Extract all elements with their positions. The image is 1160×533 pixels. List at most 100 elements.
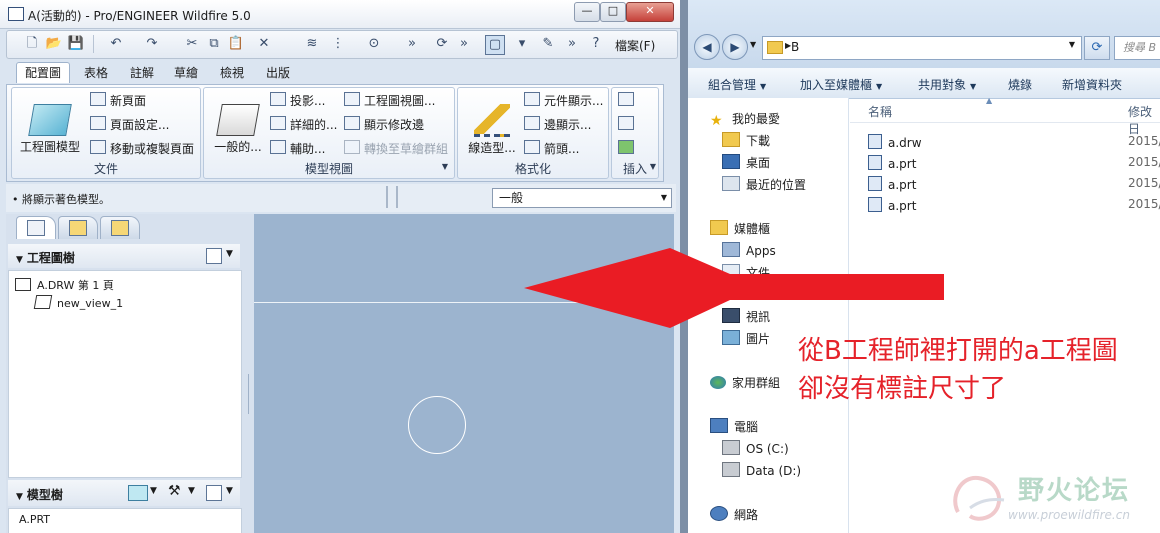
collapse-icon[interactable]: ▼ [16, 255, 23, 265]
page-setup-button[interactable]: 頁面設定... [90, 116, 169, 134]
chevron-down-icon[interactable]: ▼ [188, 486, 195, 496]
cut-icon[interactable]: ✂ [183, 35, 201, 53]
chevron-down-icon[interactable]: ▼ [1069, 40, 1075, 49]
tree-node-view[interactable]: new_view_1 [33, 295, 123, 310]
tab-table[interactable]: 表格 [76, 63, 116, 83]
search-input[interactable]: 搜尋 B [1114, 36, 1160, 60]
model-display-icon[interactable] [128, 485, 148, 501]
tree-node-part[interactable]: A.PRT [19, 513, 50, 526]
close-button[interactable]: ✕ [626, 2, 674, 22]
render-icon[interactable]: ✎ [539, 35, 557, 53]
insert-image-button[interactable] [618, 140, 638, 158]
drawing-view-button[interactable]: 工程圖視圖... [344, 92, 435, 110]
refresh-button[interactable]: ⟳ [1084, 36, 1110, 60]
more-chevron-icon[interactable]: » [563, 35, 581, 53]
maximize-button[interactable]: □ [600, 2, 626, 22]
chevron-down-icon[interactable]: ▼ [226, 249, 233, 259]
nav-libraries[interactable]: 媒體櫃 [710, 220, 770, 237]
new-sheet-button[interactable]: 新頁面 [90, 92, 146, 110]
projection-button[interactable]: 投影... [270, 92, 325, 110]
help-icon[interactable]: ? [587, 35, 605, 53]
insert-chart-button[interactable] [618, 92, 638, 110]
new-folder-button[interactable]: 新增資料夾 [1062, 76, 1122, 93]
include-in-library-button[interactable]: 加入至媒體櫃 ▼ [800, 76, 882, 93]
nav-downloads[interactable]: 下載 [722, 132, 770, 149]
delete-icon[interactable]: ✕ [255, 35, 273, 53]
tab-model-tree[interactable] [16, 216, 56, 239]
nav-drive-c[interactable]: OS (C:) [722, 440, 789, 456]
convert-to-sketch-group-button[interactable]: 轉換至草繪群組 [344, 140, 448, 158]
more-chevron-icon[interactable]: » [455, 35, 473, 53]
nav-homegroup[interactable]: 家用群組 [710, 374, 780, 391]
nav-drive-d[interactable]: Data (D:) [722, 462, 801, 478]
tab-folder-browser[interactable] [58, 216, 98, 239]
chevron-down-icon[interactable]: ▼ [226, 486, 233, 496]
nav-favorites[interactable]: ★ 我的最愛 [710, 110, 780, 129]
group-expand-icon[interactable]: ▼ [650, 162, 656, 171]
file-item[interactable]: a.prt [868, 176, 916, 192]
shaded-display-icon[interactable]: ▢ [485, 35, 505, 55]
detailed-view-button[interactable]: 詳細的... [270, 116, 337, 134]
splitter-grip[interactable] [386, 186, 398, 208]
drawing-model-button[interactable]: 工程圖模型 [16, 104, 84, 155]
history-dropdown-icon[interactable]: ▼ [750, 40, 756, 49]
tools-icon[interactable]: ⚒ [168, 483, 181, 499]
share-with-button[interactable]: 共用對象 ▼ [918, 76, 976, 93]
display-filter-select[interactable]: 一般 ▼ [492, 188, 672, 208]
save-icon[interactable]: 💾 [67, 35, 85, 53]
arrow-button[interactable]: 箭頭... [524, 140, 579, 158]
new-file-icon[interactable]: 🗋 [23, 35, 41, 53]
minimize-button[interactable]: — [574, 2, 600, 22]
tab-layout[interactable]: 配置圖 [16, 62, 71, 83]
nav-network[interactable]: 網路 [710, 506, 758, 523]
address-bar[interactable]: ▶ B ▼ [762, 36, 1082, 60]
list-settings-icon[interactable] [206, 485, 222, 501]
tab-annotate[interactable]: 註解 [122, 63, 162, 83]
column-date-modified[interactable]: 修改日 [1128, 103, 1160, 137]
nav-computer[interactable]: 電腦 [710, 418, 758, 435]
file-menu[interactable]: 檔案(F) [615, 37, 655, 54]
back-button[interactable]: ◀ [694, 34, 720, 60]
breadcrumb[interactable]: B [791, 40, 799, 54]
nav-desktop[interactable]: 桌面 [722, 154, 770, 171]
nav-recent-places[interactable]: 最近的位置 [722, 176, 806, 193]
move-copy-sheet-button[interactable]: 移動或複製頁面 [90, 140, 194, 158]
binoculars-icon[interactable]: ⊙ [365, 35, 383, 53]
general-view-button[interactable]: 一般的... [208, 104, 268, 155]
undo-icon[interactable]: ↶ [107, 35, 125, 53]
redo-icon[interactable]: ↷ [143, 35, 161, 53]
auxiliary-view-button[interactable]: 輔助... [270, 140, 325, 158]
forward-button[interactable]: ▶ [722, 34, 748, 60]
file-item[interactable]: a.drw [868, 134, 922, 150]
navigator-splitter[interactable] [246, 214, 254, 533]
more-chevron-icon[interactable]: » [403, 35, 421, 53]
copy-icon[interactable]: ⧉ [205, 35, 223, 53]
show-modified-edges-button[interactable]: 顯示修改邊 [344, 116, 424, 134]
tree-icon[interactable]: ⋮ [329, 35, 347, 53]
chevron-down-icon[interactable]: ▼ [150, 486, 157, 496]
drawing-tree-header[interactable]: ▼ 工程圖樹 ▼ [8, 244, 240, 268]
burn-button[interactable]: 燒錄 [1008, 76, 1032, 93]
component-display-button[interactable]: 元件顯示... [524, 92, 603, 110]
tree-node-sheet[interactable]: A.DRW 第 1 頁 [15, 277, 114, 293]
layers-icon[interactable]: ≋ [303, 35, 321, 53]
tab-sketch[interactable]: 草繪 [166, 63, 206, 83]
collapse-icon[interactable]: ▼ [16, 492, 23, 502]
edge-display-button[interactable]: 邊顯示... [524, 116, 591, 134]
more-chevron-icon[interactable]: ▾ [513, 35, 531, 53]
tab-favorites[interactable] [100, 216, 140, 239]
group-expand-icon[interactable]: ▼ [442, 162, 448, 171]
column-name[interactable]: 名稱 [868, 103, 892, 120]
regenerate-icon[interactable]: ⟳ [433, 35, 451, 53]
insert-hatch-button[interactable] [618, 116, 638, 134]
model-tree-header[interactable]: ▼ 模型樹 ▼ ⚒ ▼ ▼ [8, 480, 240, 506]
organize-button[interactable]: 組合管理 ▼ [708, 76, 766, 93]
line-style-button[interactable]: 線造型... [462, 104, 522, 156]
paste-icon[interactable]: 📋 [227, 35, 245, 53]
title-bar[interactable]: A(活動的) - Pro/ENGINEER Wildfire 5.0 — □ ✕ [0, 0, 680, 29]
tab-publish[interactable]: 出版 [258, 63, 298, 83]
nav-pictures[interactable]: 圖片 [722, 330, 770, 347]
drawing-view-circle[interactable] [408, 396, 466, 454]
file-item[interactable]: a.prt [868, 197, 916, 213]
file-item[interactable]: a.prt [868, 155, 916, 171]
